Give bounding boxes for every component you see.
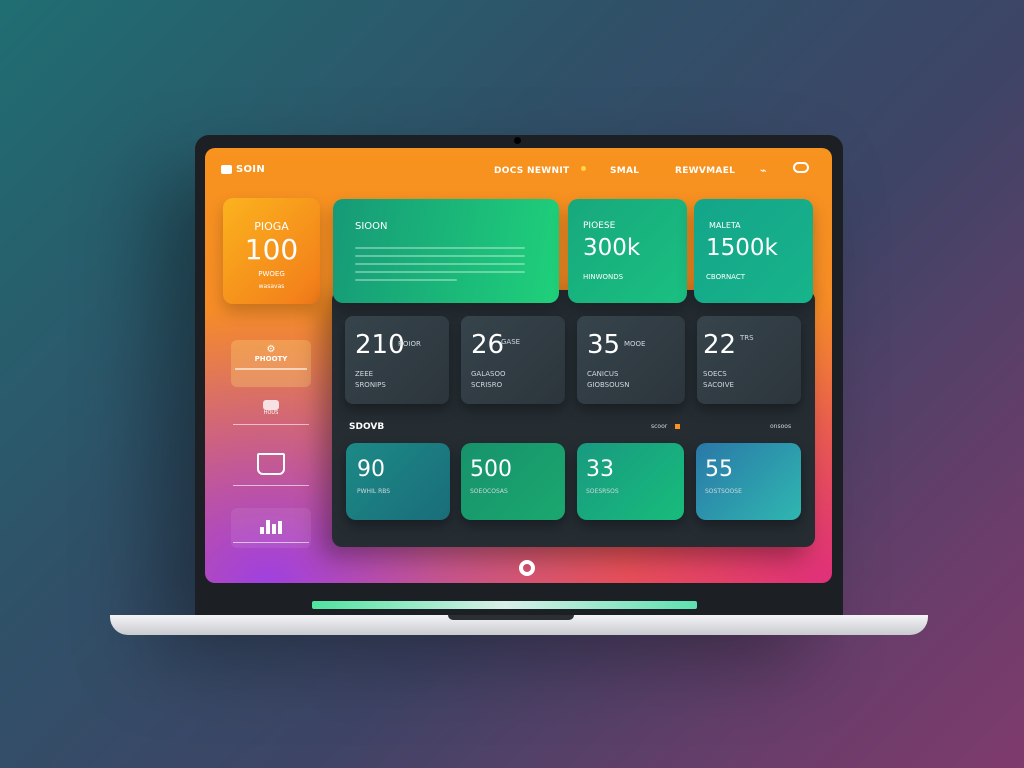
camera [514, 137, 521, 144]
metric-value: 500 [470, 457, 512, 482]
section-link-1[interactable]: scoor [651, 423, 667, 430]
logo-icon [221, 165, 232, 174]
card-sub: HINWONDS [583, 273, 624, 281]
metric-card[interactable]: 33 SOESRSOS [577, 443, 684, 520]
section-link-2[interactable]: onsoos [770, 423, 791, 430]
metric-card[interactable]: 90 PWHIL RBS [346, 443, 450, 520]
stat-label: SOECS [703, 370, 727, 378]
sidebar-label: HOUS [263, 410, 279, 416]
metric-label: SOSTSOOSE [705, 488, 742, 495]
stat-sublabel: SACOIVE [703, 381, 734, 389]
gear-icon: ⚙ [266, 344, 276, 355]
stat-unit: ROIOR [398, 340, 421, 348]
card-value: 100 [244, 233, 299, 266]
card-sub2: wasavas [258, 283, 285, 290]
sidebar-item-monitor[interactable] [231, 453, 311, 495]
card-text-lines [355, 247, 525, 287]
stat-value: 35 [587, 330, 621, 360]
dot-icon [581, 166, 586, 171]
stat-unit: GASE [501, 338, 521, 346]
stat-label: ZEEE [355, 370, 374, 378]
monitor-icon [257, 453, 285, 475]
stat-unit: MOOE [624, 340, 646, 348]
status-bar [312, 601, 697, 609]
card-label: PIOESE [583, 221, 616, 231]
metric-value: 55 [705, 457, 733, 482]
metric-label: SOESRSOS [586, 488, 619, 495]
sidebar-item-hous[interactable]: HOUS [231, 400, 311, 440]
stat-label: CANICUS [587, 370, 619, 378]
metric-card[interactable]: 500 SOEOCOSAS [461, 443, 565, 520]
stat-value: 22 [703, 330, 737, 360]
link-icon[interactable]: ⌁ [760, 164, 767, 177]
stat-sublabel: GIOBSOUSN [587, 381, 630, 389]
nav-rewv[interactable]: REWVMAEL [675, 166, 735, 176]
card-sub: PWOEG [258, 270, 285, 278]
bar-chart-icon [231, 514, 311, 534]
card-label: MALETA [709, 221, 741, 230]
stat-sublabel: SRONIPS [355, 381, 386, 389]
screen: SOIN DOCS NEWNIT SMAL REWVMAEL ⌁ PIOGA 1… [205, 148, 832, 583]
stat-card[interactable]: 22 TRS SOECS SACOIVE [697, 316, 801, 404]
nav-smal[interactable]: SMAL [610, 166, 639, 176]
card-sioon[interactable]: SIOON [333, 199, 559, 303]
chart-icon [263, 400, 279, 410]
stat-card[interactable]: 210 ROIOR ZEEE SRONIPS [345, 316, 449, 404]
metric-label: PWHIL RBS [357, 488, 391, 495]
card-maleta[interactable]: MALETA 1500k CBORNACT [694, 199, 813, 303]
user-icon[interactable] [793, 162, 809, 173]
section-title: SDOVB [349, 422, 385, 432]
sidebar-item-phooty[interactable]: ⚙ PHOOTY [231, 340, 311, 387]
stat-label: GALASOO [471, 370, 506, 378]
card-sub: CBORNACT [706, 273, 746, 281]
card-value: 1500k [706, 235, 778, 261]
card-pioga[interactable]: PIOGA 100 PWOEG wasavas [223, 198, 320, 304]
metric-value: 33 [586, 457, 614, 482]
nav-newnit[interactable]: NEWNIT [527, 166, 569, 176]
laptop-notch [448, 615, 574, 620]
card-pioese[interactable]: PIOESE 300k HINWONDS [568, 199, 687, 303]
card-label: PIOGA [254, 220, 289, 233]
arrow-icon [675, 424, 680, 429]
sidebar-label: PHOOTY [254, 355, 288, 363]
metric-label: SOEOCOSAS [470, 488, 508, 495]
stat-card[interactable]: 26 GASE GALASOO SCRISRO [461, 316, 565, 404]
stat-sublabel: SCRISRO [471, 381, 503, 389]
stat-card[interactable]: 35 MOOE CANICUS GIOBSOUSN [577, 316, 685, 404]
home-button[interactable] [519, 560, 535, 576]
stat-unit: TRS [740, 334, 754, 342]
sidebar-item-stats[interactable] [231, 508, 311, 548]
stat-value: 26 [471, 330, 505, 360]
metric-card[interactable]: 55 SOSTSOOSE [696, 443, 801, 520]
card-label: SIOON [355, 221, 388, 232]
nav-docs[interactable]: DOCS [494, 166, 524, 176]
metric-value: 90 [357, 457, 385, 482]
logo[interactable]: SOIN [221, 164, 265, 175]
card-value: 300k [583, 235, 641, 261]
